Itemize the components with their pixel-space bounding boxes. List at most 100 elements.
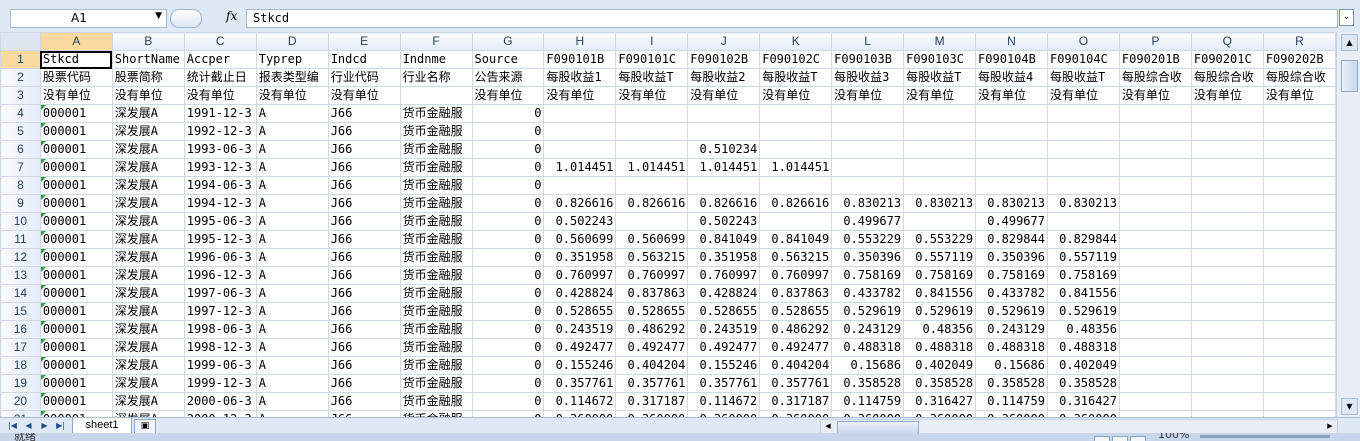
cell[interactable]: 0.499677 <box>975 212 1048 231</box>
cell[interactable]: 0 <box>471 374 545 393</box>
cell[interactable]: F090101C <box>615 50 689 69</box>
cell[interactable]: 0.155246 <box>543 356 617 375</box>
cell[interactable]: 没有单位 <box>327 86 401 105</box>
cell[interactable] <box>543 104 617 123</box>
cell[interactable]: 1.014451 <box>543 158 617 177</box>
cell[interactable]: F090102C <box>759 50 833 69</box>
cell[interactable] <box>687 176 761 195</box>
cell[interactable] <box>1262 356 1336 375</box>
row-header[interactable]: 2 <box>0 68 41 87</box>
cell[interactable]: 0.837863 <box>759 284 833 303</box>
cell[interactable]: 0.350396 <box>831 248 905 267</box>
cell[interactable]: 0.760997 <box>759 266 833 285</box>
cell[interactable]: A <box>255 374 329 393</box>
cell[interactable]: 0.528655 <box>615 302 689 321</box>
cell[interactable]: 0.357761 <box>615 374 689 393</box>
cell[interactable]: 0.402049 <box>1046 356 1120 375</box>
insert-sheet-icon[interactable]: ▣ <box>134 419 156 434</box>
cell[interactable]: 货币金融服 <box>399 158 473 177</box>
row-header[interactable]: 3 <box>0 86 41 105</box>
cell[interactable]: 0.433782 <box>975 284 1048 303</box>
cell[interactable]: 没有单位 <box>831 86 905 105</box>
cell[interactable] <box>1190 338 1264 357</box>
next-sheet-icon[interactable]: ▶ <box>38 420 51 432</box>
cell[interactable]: 0.492477 <box>687 338 761 357</box>
cell[interactable]: 0.841049 <box>687 230 761 249</box>
cell[interactable]: 1996-06-3 <box>183 248 257 267</box>
cell[interactable] <box>1118 140 1192 159</box>
column-header[interactable]: P <box>1118 32 1192 51</box>
cell[interactable]: 000001 <box>39 212 113 231</box>
insert-function-button[interactable]: fx <box>226 9 237 23</box>
cell[interactable]: F090202B <box>1262 50 1336 69</box>
cell[interactable]: 货币金融服 <box>399 194 473 213</box>
view-buttons[interactable] <box>1094 433 1150 441</box>
cell[interactable]: 0.529619 <box>975 302 1048 321</box>
cell[interactable] <box>1262 248 1336 267</box>
column-header[interactable]: I <box>615 32 689 51</box>
cell[interactable]: A <box>255 266 329 285</box>
cell[interactable]: Stkcd <box>39 50 113 69</box>
sheet-tab[interactable]: sheet1 <box>72 418 132 434</box>
cell[interactable]: 每股综合收 <box>1190 68 1264 87</box>
column-header[interactable]: R <box>1262 32 1336 51</box>
cell[interactable] <box>1262 212 1336 231</box>
row-header[interactable]: 7 <box>0 158 41 177</box>
cell[interactable]: F090201B <box>1118 50 1192 69</box>
cell[interactable]: Indcd <box>327 50 401 69</box>
cell[interactable]: 深发展A <box>111 266 185 285</box>
cell[interactable] <box>1118 266 1192 285</box>
cell[interactable]: A <box>255 194 329 213</box>
cell[interactable]: 0.351958 <box>687 248 761 267</box>
cell[interactable]: 000001 <box>39 194 113 213</box>
cell[interactable] <box>1190 266 1264 285</box>
cell[interactable]: 每股收益T <box>1046 68 1120 87</box>
cell[interactable] <box>1118 284 1192 303</box>
cell[interactable]: 0.402049 <box>903 356 977 375</box>
cell[interactable]: 深发展A <box>111 302 185 321</box>
column-header[interactable]: O <box>1046 32 1120 51</box>
cell[interactable]: 0.155246 <box>687 356 761 375</box>
formula-input[interactable]: Stkcd <box>246 9 1338 28</box>
cell[interactable]: A <box>255 140 329 159</box>
row-header[interactable]: 14 <box>0 284 41 303</box>
cell[interactable] <box>615 212 689 231</box>
cell[interactable]: 0.15686 <box>975 356 1048 375</box>
zoom-level[interactable]: 100% <box>1158 433 1189 441</box>
cell[interactable] <box>759 212 833 231</box>
cell[interactable] <box>1262 392 1336 411</box>
cell[interactable]: 1.014451 <box>615 158 689 177</box>
scroll-left-icon[interactable]: ◀ <box>822 421 834 432</box>
cell[interactable] <box>1046 104 1120 123</box>
cell[interactable]: 1998-06-3 <box>183 320 257 339</box>
cell[interactable]: ShortName <box>111 50 185 69</box>
cell[interactable]: 没有单位 <box>687 86 761 105</box>
cell[interactable]: Accper <box>183 50 257 69</box>
cell[interactable]: 0.758169 <box>903 266 977 285</box>
cell[interactable]: 0.486292 <box>759 320 833 339</box>
cell[interactable]: 没有单位 <box>975 86 1048 105</box>
cell[interactable]: 000001 <box>39 140 113 159</box>
cell[interactable]: 0.529619 <box>903 302 977 321</box>
cell[interactable] <box>831 176 905 195</box>
cell[interactable]: 0.486292 <box>615 320 689 339</box>
cell[interactable]: A <box>255 104 329 123</box>
cell[interactable]: A <box>255 302 329 321</box>
cell[interactable]: 0.243519 <box>687 320 761 339</box>
vertical-scrollbar[interactable]: ▲ ▼ <box>1336 32 1360 417</box>
cell[interactable]: 0.243129 <box>975 320 1048 339</box>
cell[interactable]: J66 <box>327 122 401 141</box>
column-header[interactable]: M <box>903 32 977 51</box>
cell[interactable]: 0.826616 <box>615 194 689 213</box>
cell[interactable] <box>1118 392 1192 411</box>
cell[interactable] <box>1262 230 1336 249</box>
cell[interactable]: 0 <box>471 212 545 231</box>
cell[interactable]: 深发展A <box>111 374 185 393</box>
cell[interactable]: 0 <box>471 338 545 357</box>
cell[interactable]: 0.563215 <box>615 248 689 267</box>
first-sheet-icon[interactable]: |◀ <box>6 420 19 432</box>
cell[interactable] <box>615 140 689 159</box>
row-header[interactable]: 4 <box>0 104 41 123</box>
cell[interactable] <box>1190 140 1264 159</box>
cell[interactable] <box>1190 284 1264 303</box>
